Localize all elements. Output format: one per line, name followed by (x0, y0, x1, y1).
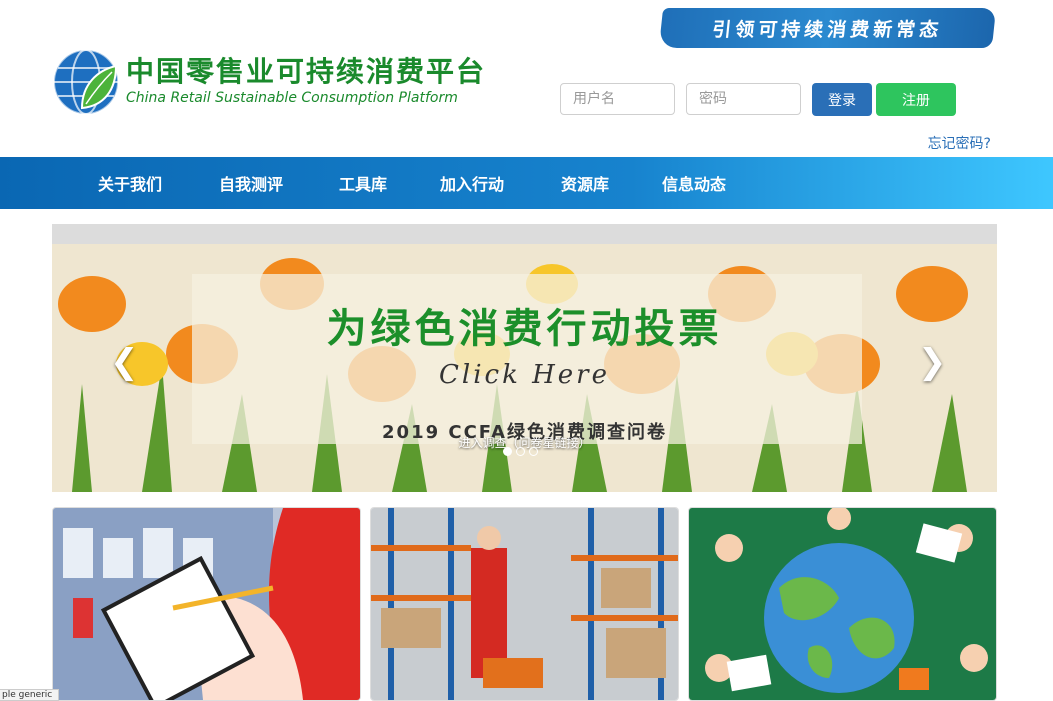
feature-card-assessment[interactable] (52, 507, 361, 701)
login-label: 登录 (828, 92, 856, 109)
carousel-next-icon[interactable]: ❯ (918, 342, 947, 382)
carousel-dot[interactable] (529, 447, 538, 456)
nav-item-about[interactable]: 关于我们 (98, 157, 162, 209)
nav-item-resources[interactable]: 资源库 (561, 157, 609, 209)
globe-leaf-icon (53, 49, 119, 115)
carousel-indicators (503, 447, 538, 456)
feature-card-toolkit[interactable] (370, 507, 679, 701)
carousel-dot[interactable] (503, 447, 512, 456)
register-label: 注册 (902, 92, 930, 109)
site-header: 引领可持续消费新常态 中国零售业可持续消费平台 China Retail Sus… (0, 0, 1053, 157)
hero-carousel[interactable]: 为绿色消费行动投票 Click Here 2019 CCFA绿色消费调查问卷 进… (52, 224, 997, 492)
nav-item-news[interactable]: 信息动态 (662, 157, 726, 209)
login-button[interactable]: 登录 (812, 83, 872, 116)
nav-item-self-assessment[interactable]: 自我测评 (219, 157, 283, 209)
main-nav: 关于我们 自我测评 工具库 加入行动 资源库 信息动态 (0, 157, 1053, 209)
slogan-banner: 引领可持续消费新常态 (658, 8, 997, 48)
carousel-click-here: Click Here (439, 360, 610, 390)
carousel-headline: 为绿色消费行动投票 (326, 306, 723, 352)
nav-item-toolkit[interactable]: 工具库 (339, 157, 387, 209)
slogan-text: 引领可持续消费新常态 (711, 18, 944, 41)
shopping-checklist-image (53, 508, 360, 700)
logo-title-en: China Retail Sustainable Consumption Pla… (126, 90, 458, 106)
warehouse-worker-image (371, 508, 678, 700)
register-button[interactable]: 注册 (876, 83, 956, 116)
username-input[interactable] (560, 83, 675, 115)
carousel-dot[interactable] (516, 447, 525, 456)
carousel-prev-icon[interactable]: ❮ (110, 342, 139, 382)
globe-teamwork-image (689, 508, 996, 700)
forgot-password-link[interactable]: 忘记密码? (928, 133, 991, 153)
password-input[interactable] (686, 83, 801, 115)
nav-item-join-action[interactable]: 加入行动 (440, 157, 504, 209)
logo-title-cn: 中国零售业可持续消费平台 (126, 55, 487, 88)
site-logo[interactable]: 中国零售业可持续消费平台 China Retail Sustainable Co… (52, 46, 484, 118)
feature-card-join-action[interactable] (688, 507, 997, 701)
browser-status-bar: ple generic (0, 689, 60, 701)
